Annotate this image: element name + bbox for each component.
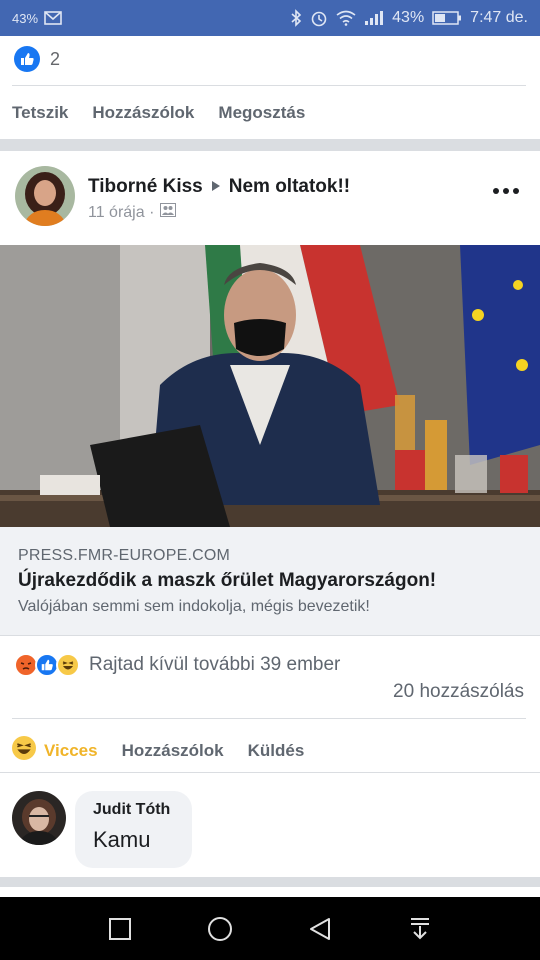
divider — [12, 85, 526, 86]
divider — [12, 718, 526, 719]
commenter-name[interactable]: Judit Tóth — [93, 801, 174, 819]
feed-separator — [0, 877, 540, 887]
link-title: Újrakezdődik a maszk őrület Magyarország… — [18, 570, 437, 591]
feed-separator — [0, 139, 540, 151]
triangle-right-icon — [211, 176, 221, 198]
reaction-button[interactable]: Vicces — [12, 736, 98, 765]
link-description: Valójában semmi sem indokolja, mégis bev… — [18, 598, 370, 615]
group-name[interactable]: Nem oltatok!! — [229, 176, 350, 198]
bluetooth-icon — [290, 9, 302, 27]
wifi-icon — [336, 10, 356, 26]
reactions-text: Rajtad kívül további 39 ember — [89, 654, 341, 675]
reaction-label: Vicces — [44, 740, 98, 760]
more-options-icon[interactable] — [492, 181, 520, 201]
reactions-summary[interactable]: Rajtad kívül további 39 ember — [14, 653, 340, 677]
haha-reaction-icon — [56, 653, 80, 677]
notification-pull-icon[interactable] — [400, 909, 440, 949]
signal-icon — [364, 10, 384, 26]
comment-button[interactable]: Hozzászólok — [122, 741, 224, 761]
friends-audience-icon — [160, 203, 177, 222]
post-actions: Vicces Hozzászólok Küldés — [12, 736, 304, 765]
haha-icon — [12, 736, 36, 765]
divider — [0, 772, 540, 773]
battery-icon — [432, 10, 462, 26]
author-name[interactable]: Tiborné Kiss — [88, 176, 203, 198]
like-count: 2 — [50, 48, 61, 69]
comment-count[interactable]: 20 hozzászólás — [393, 681, 524, 703]
like-icon — [14, 46, 40, 72]
battery-percent: 43% — [392, 9, 425, 26]
post-meta: 11 órája · — [88, 203, 177, 222]
status-bar: 43% 43% 7:47 de. — [0, 0, 540, 36]
post-header: Tiborné Kiss Nem oltatok!! — [88, 176, 350, 198]
comment-bubble[interactable]: Judit Tóth Kamu — [75, 791, 192, 868]
home-icon[interactable] — [200, 909, 240, 949]
alarm-icon — [310, 9, 328, 27]
like-button[interactable]: Tetszik — [12, 103, 68, 123]
commenter-avatar[interactable] — [12, 791, 66, 845]
author-avatar[interactable] — [15, 166, 75, 226]
like-summary[interactable]: 2 — [14, 46, 60, 72]
send-button[interactable]: Küldés — [248, 741, 305, 761]
post-card: Tiborné Kiss Nem oltatok!! 11 órája · PR… — [0, 151, 540, 877]
post-time[interactable]: 11 órája · — [88, 204, 154, 222]
recent-apps-icon[interactable] — [100, 909, 140, 949]
post-image[interactable] — [0, 245, 540, 527]
navigation-bar — [0, 897, 540, 960]
back-icon[interactable] — [300, 909, 340, 949]
prev-post-actions: Tetszik Hozzászólok Megosztás — [12, 103, 305, 123]
gmail-icon — [44, 11, 62, 25]
share-button[interactable]: Megosztás — [218, 103, 305, 123]
clock: 7:47 de. — [470, 9, 528, 26]
comment-button[interactable]: Hozzászólok — [92, 103, 194, 123]
previous-post: 2 Tetszik Hozzászólok Megosztás — [0, 36, 540, 139]
link-domain: PRESS.FMR-EUROPE.COM — [18, 547, 231, 564]
battery-percent-small: 43% — [12, 10, 39, 26]
link-preview[interactable]: PRESS.FMR-EUROPE.COM Újrakezdődik a masz… — [0, 527, 540, 636]
next-post-edge — [0, 887, 540, 897]
comment-text: Kamu — [93, 827, 151, 852]
